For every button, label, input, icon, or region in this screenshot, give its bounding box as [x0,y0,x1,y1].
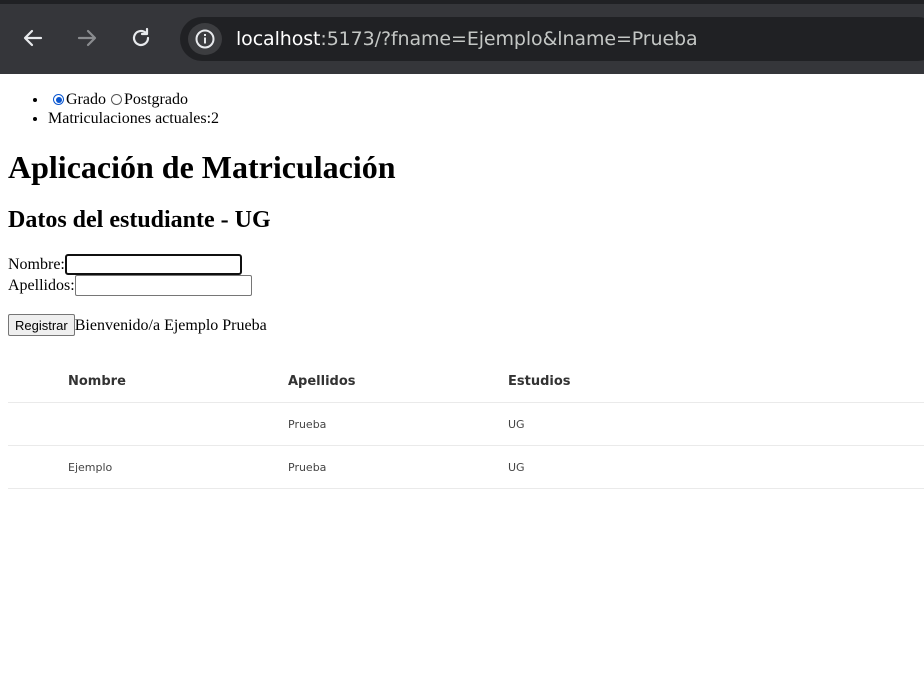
matriculaciones-count: 2 [211,110,220,127]
table-row: Ejemplo Prueba UG [8,445,924,489]
reload-icon [132,27,150,47]
page-subtitle: Datos del estudiante - UG [8,207,271,233]
apellidos-label: Apellidos: [8,277,75,294]
row-spacer [8,445,68,489]
student-form: Nombre: Apellidos: Registrar Bienvenido/a… [8,254,924,336]
url-text: localhost:5173/?fname=Ejemplo&lname=Prue… [236,28,698,50]
url-path: :5173/?fname=Ejemplo&lname=Prueba [320,28,698,50]
welcome-message: Bienvenido/a Ejemplo Prueba [74,316,267,334]
nombre-input[interactable] [64,254,242,275]
arrow-right-icon [77,29,97,47]
postgrado-radio[interactable] [110,94,122,105]
matriculaciones-item: Matriculaciones actuales:2 [48,109,924,128]
apellidos-input[interactable] [74,275,252,296]
cell-nombre [68,402,288,446]
registrar-button[interactable]: Registrar [8,314,75,336]
reload-button[interactable] [125,22,157,54]
cell-estudios: UG [508,445,924,489]
cell-apellidos: Prueba [288,445,508,489]
nombre-label: Nombre: [8,256,65,273]
browser-toolbar: localhost:5173/?fname=Ejemplo&lname=Prue… [0,0,924,74]
header-estudios: Estudios [508,360,924,403]
grado-radio[interactable] [53,94,64,105]
forward-button[interactable] [71,22,103,54]
matriculaciones-label: Matriculaciones actuales: [48,110,212,127]
cell-apellidos: Prueba [288,402,508,446]
table-header-row: Nombre Apellidos Estudios [8,360,924,403]
cell-nombre: Ejemplo [68,445,288,489]
back-button[interactable] [17,22,49,54]
study-type-item: Grado Postgrado [48,90,924,109]
cell-estudios: UG [508,402,924,446]
grado-label: Grado [66,91,106,108]
header-apellidos: Apellidos [288,360,508,403]
info-icon [195,29,215,49]
table-header-spacer [8,360,68,403]
page-content: Grado Postgrado Matriculaciones actuales:… [8,74,924,489]
header-nombre: Nombre [68,360,288,403]
arrow-left-icon [23,29,43,47]
students-table: Nombre Apellidos Estudios Prueba UG Ejem… [8,360,924,489]
site-info-button[interactable] [188,23,222,55]
page-title: Aplicación de Matriculación [8,149,396,185]
options-list: Grado Postgrado Matriculaciones actuales:… [8,90,924,128]
address-bar[interactable]: localhost:5173/?fname=Ejemplo&lname=Prue… [180,17,924,61]
table-row: Prueba UG [8,402,924,446]
postgrado-label: Postgrado [123,91,188,108]
row-spacer [8,402,68,446]
url-host: localhost [236,28,321,50]
